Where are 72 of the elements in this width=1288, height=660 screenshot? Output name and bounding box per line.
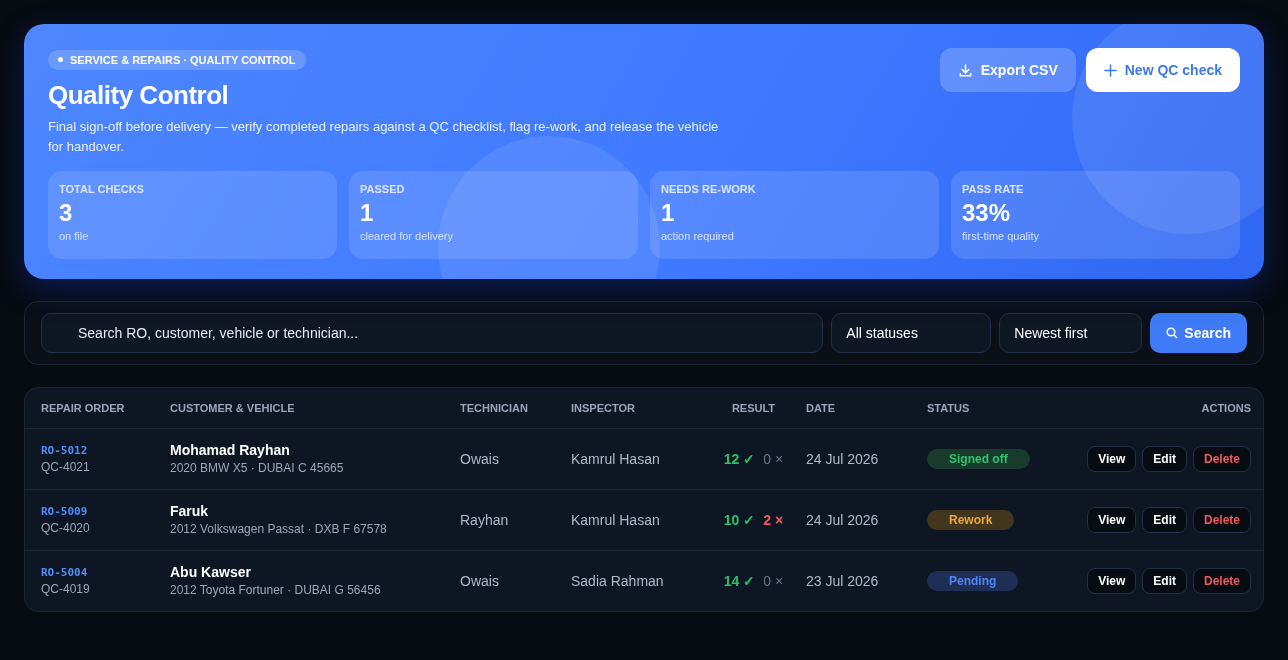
passed-count: 14 ✓ [723,572,756,589]
inspector-name: Sadia Rahman [571,572,665,589]
technician-name: Rayhan [460,511,510,528]
stat-label: TOTAL CHECKS [59,182,145,195]
passed-count: 10 ✓ [723,511,756,528]
view-button[interactable]: View [1087,506,1137,533]
vehicle-info: 2020 BMW X5 · DUBAI C 45665 [170,461,345,475]
status-dropdown[interactable]: All statuses [831,312,992,353]
stat-label: PASSED [360,182,406,195]
vehicle-info: 2012 Volkswagen Passat · DXB F 67578 [170,522,388,536]
stat-note: action required [661,229,735,242]
qc-number: QC-4021 [41,459,91,474]
page-description: Final sign-off before delivery — verify completed repairs against a QC checklist, flag re-work, and release the vehicle for handover. [48,117,720,156]
edit-button[interactable]: Edit [1142,506,1187,533]
qc-number: QC-4020 [41,520,91,535]
column-header: TECHNICIAN [460,401,529,414]
delete-button[interactable]: Delete [1192,567,1251,594]
export-button[interactable]: Export CSV [939,48,1076,92]
stat-value: 33% [962,199,1012,226]
stat-note: first-time quality [962,229,1041,242]
failed-count: 0 × [763,572,784,589]
column-header: ACTIONS [1201,401,1251,414]
breadcrumb-badge: SERVICE & REPAIRS · QUALITY CONTROL [48,49,306,70]
inspector-name: Kamrul Hasan [571,450,661,467]
delete-button[interactable]: Delete [1192,445,1251,472]
column-header: REPAIR ORDER [41,401,126,414]
repair-order-link[interactable]: RO-5004 [41,565,170,579]
stat-note: cleared for delivery [360,229,454,242]
customer-name: Mohamad Rayhan [170,442,291,458]
stat-value: 3 [59,199,74,226]
failed-count: 2 × [763,511,784,528]
inspector-name: Kamrul Hasan [571,511,661,528]
status-badge: Signed off [927,448,1030,469]
vehicle-info: 2012 Toyota Fortuner · DUBAI G 56456 [170,583,382,597]
passed-count: 12 ✓ [723,450,756,467]
qc-number: QC-4019 [41,581,91,596]
stat-label: PASS RATE [962,182,1025,195]
customer-name: Abu Kawser [170,564,252,580]
search-icon [1166,326,1179,339]
new-check-button[interactable]: New QC check [1085,48,1240,92]
search-field[interactable]: Search RO, customer, vehicle or technician... [41,312,824,353]
view-button[interactable]: View [1087,567,1137,594]
repair-order-link[interactable]: RO-5012 [41,443,170,457]
status-badge: Rework [927,509,1015,530]
delete-button[interactable]: Delete [1192,506,1251,533]
page-title: Quality Control [48,79,230,111]
column-header: RESULT [730,401,777,414]
edit-button[interactable]: Edit [1142,567,1187,594]
failed-count: 0 × [763,450,784,467]
view-button[interactable]: View [1087,445,1137,472]
inspection-date: 24 Jul 2026 [806,450,880,467]
column-header: CUSTOMER & VEHICLE [170,401,296,414]
column-header: INSPECTOR [571,401,636,414]
stat-value: 1 [360,199,375,226]
dot-icon [58,57,63,62]
inspection-date: 24 Jul 2026 [806,511,880,528]
stat-note: on file [59,229,90,242]
edit-button[interactable]: Edit [1142,445,1187,472]
repair-order-link[interactable]: RO-5009 [41,504,170,518]
stat-value: 1 [661,199,676,226]
plus-icon [1103,63,1117,77]
search-button[interactable]: Search [1150,312,1247,353]
stat-label: NEEDS RE-WORK [661,182,757,195]
download-icon [957,62,973,78]
inspection-date: 23 Jul 2026 [806,572,880,589]
technician-name: Owais [460,450,500,467]
technician-name: Owais [460,572,500,589]
customer-name: Faruk [170,503,210,519]
column-header: DATE [806,401,837,414]
column-header: STATUS [927,401,971,414]
status-badge: Pending [927,570,1019,591]
sort-dropdown[interactable]: Newest first [999,312,1143,353]
